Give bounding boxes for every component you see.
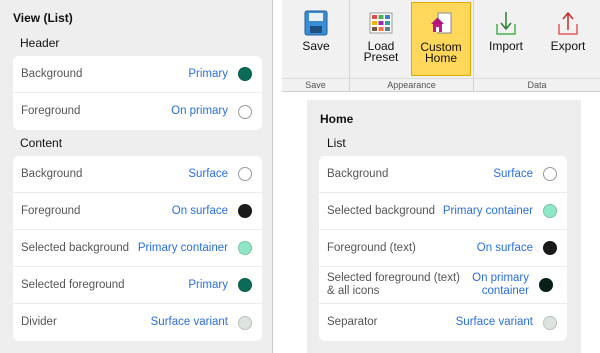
- color-swatch[interactable]: [543, 241, 557, 255]
- setting-row[interactable]: Selected background Primary container: [13, 230, 262, 267]
- setting-value[interactable]: Primary container: [443, 205, 533, 218]
- color-swatch[interactable]: [238, 278, 252, 292]
- export-button[interactable]: Export: [538, 2, 598, 76]
- setting-value[interactable]: On primary: [171, 105, 228, 118]
- color-swatch[interactable]: [238, 167, 252, 181]
- import-icon: [494, 10, 518, 36]
- load-preset-label: Load Preset: [363, 39, 399, 64]
- color-swatch[interactable]: [238, 204, 252, 218]
- section-label-header: Header: [20, 36, 60, 50]
- setting-value[interactable]: Surface variant: [456, 316, 533, 329]
- home-panel: Home List Background Surface Selected ba…: [307, 100, 581, 353]
- header-settings-card: Background Primary Foreground On primary: [13, 56, 262, 130]
- color-swatch[interactable]: [238, 67, 252, 81]
- setting-row[interactable]: Selected foreground Primary: [13, 267, 262, 304]
- setting-row[interactable]: Background Surface: [13, 156, 262, 193]
- setting-label: Selected foreground (text) & all icons: [327, 272, 460, 297]
- ribbon-group-label: Save: [282, 78, 349, 92]
- setting-value[interactable]: Surface variant: [151, 316, 228, 329]
- setting-label: Divider: [21, 316, 57, 328]
- ribbon-group-appearance: Load Preset Custom Home Appearance: [350, 0, 474, 92]
- load-preset-button[interactable]: Load Preset: [351, 2, 411, 76]
- color-swatch[interactable]: [238, 315, 252, 330]
- content-settings-card: Background Surface Foreground On surface…: [13, 156, 262, 341]
- setting-row[interactable]: Background Surface: [319, 156, 567, 193]
- setting-value[interactable]: On surface: [172, 205, 228, 218]
- ribbon-toolbar: Save Save Load Preset Custom Home Appear…: [282, 0, 600, 92]
- ribbon-group-label: Appearance: [350, 78, 473, 92]
- setting-row[interactable]: Divider Surface variant: [13, 304, 262, 341]
- setting-label: Background: [21, 167, 83, 180]
- setting-row[interactable]: Foreground On surface: [13, 193, 262, 230]
- setting-label: Foreground (text): [327, 241, 416, 254]
- save-icon: [304, 10, 328, 36]
- list-settings-card: Background Surface Selected background P…: [319, 156, 567, 341]
- ribbon-group-save: Save Save: [282, 0, 350, 92]
- import-button[interactable]: Import: [476, 2, 536, 76]
- custom-home-label: Custom Home: [420, 40, 462, 65]
- save-button[interactable]: Save: [286, 2, 346, 76]
- panel-title: View (List): [13, 11, 73, 25]
- export-icon: [556, 10, 580, 36]
- setting-value[interactable]: Surface: [493, 168, 533, 181]
- setting-value[interactable]: Primary: [188, 68, 228, 81]
- panel-title: Home: [320, 112, 354, 126]
- setting-value[interactable]: Primary: [188, 279, 228, 292]
- color-swatch[interactable]: [238, 104, 252, 119]
- setting-value[interactable]: On primary container: [467, 272, 529, 298]
- home-icon: [429, 11, 453, 37]
- setting-label: Selected foreground: [21, 278, 125, 291]
- color-swatch[interactable]: [539, 278, 553, 292]
- export-label: Export: [550, 39, 586, 53]
- color-swatch[interactable]: [543, 204, 557, 218]
- setting-value[interactable]: Surface: [188, 168, 228, 181]
- setting-row[interactable]: Selected background Primary container: [319, 193, 567, 230]
- ribbon-group-label: Data: [474, 78, 600, 92]
- section-label-list: List: [327, 136, 346, 150]
- setting-label: Separator: [327, 316, 378, 328]
- color-swatch[interactable]: [543, 167, 557, 181]
- save-button-label: Save: [302, 39, 330, 53]
- section-label-content: Content: [20, 136, 63, 150]
- setting-value[interactable]: Primary container: [138, 242, 228, 255]
- setting-label: Background: [21, 67, 83, 80]
- custom-home-button[interactable]: Custom Home: [411, 2, 471, 76]
- setting-label: Foreground: [21, 204, 81, 217]
- setting-label: Selected background: [327, 204, 436, 217]
- import-label: Import: [488, 39, 523, 53]
- setting-label: Foreground: [21, 105, 81, 117]
- setting-value[interactable]: On surface: [477, 242, 533, 255]
- setting-label: Background: [327, 167, 389, 180]
- color-swatch[interactable]: [238, 241, 252, 255]
- view-list-panel: View (List) Header Background Primary Fo…: [0, 0, 273, 353]
- setting-row[interactable]: Background Primary: [13, 56, 262, 93]
- setting-label: Selected background: [21, 241, 130, 254]
- setting-row[interactable]: Foreground On primary: [13, 93, 262, 130]
- color-swatch[interactable]: [543, 315, 557, 330]
- setting-row[interactable]: Foreground (text) On surface: [319, 230, 567, 267]
- color-grid-icon: [369, 10, 393, 36]
- setting-row[interactable]: Selected foreground (text) & all icons O…: [319, 267, 567, 304]
- ribbon-group-data: Import Export Data: [474, 0, 600, 92]
- setting-row[interactable]: Separator Surface variant: [319, 304, 567, 341]
